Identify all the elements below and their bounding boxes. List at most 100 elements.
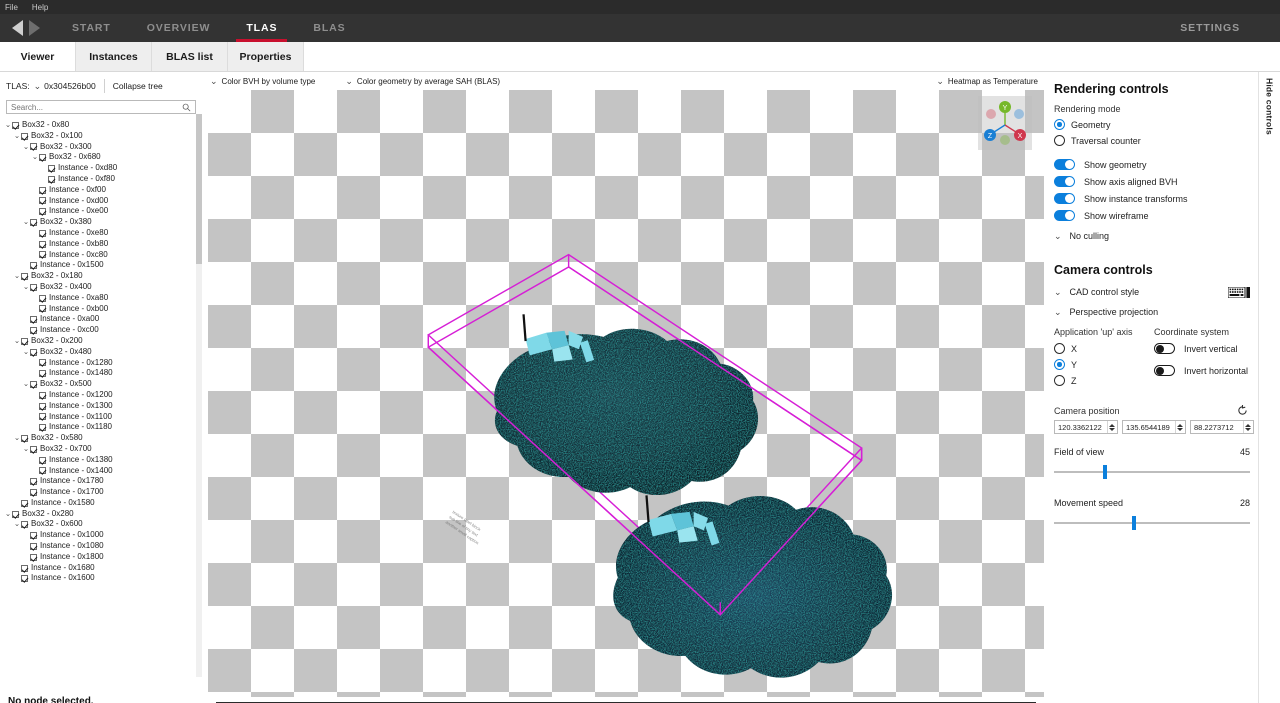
culling-dropdown[interactable]: ⌄ No culling (1054, 231, 1280, 241)
tree-node-checkbox[interactable] (12, 122, 19, 129)
speed-slider[interactable] (1054, 515, 1250, 531)
radio-traversal-counter[interactable]: Traversal counter (1054, 135, 1280, 146)
tab-properties[interactable]: Properties (228, 42, 304, 71)
tree-node[interactable]: Instance - 0x1780 (0, 476, 202, 487)
spinner-down-icon[interactable] (1109, 428, 1115, 431)
tab-viewer[interactable]: Viewer (0, 42, 76, 71)
tree-node[interactable]: Instance - 0xa00 (0, 314, 202, 325)
tree-node-checkbox[interactable] (39, 230, 46, 237)
hide-controls-button[interactable]: Hide controls (1258, 72, 1280, 703)
tree-node-checkbox[interactable] (39, 187, 46, 194)
tree-expander-icon[interactable]: ⌄ (22, 379, 30, 390)
tree-expander-icon[interactable]: ⌄ (22, 347, 30, 358)
search-box[interactable] (6, 100, 196, 114)
color-geometry-dropdown[interactable]: ⌄ Color geometry by average SAH (BLAS) (345, 77, 500, 86)
nav-item-blas[interactable]: BLAS (295, 14, 363, 42)
tree-node-checkbox[interactable] (21, 435, 28, 442)
tree-node[interactable]: ⌄Box32 - 0x480 (0, 347, 202, 358)
tree-node[interactable]: Instance - 0xe00 (0, 206, 202, 217)
tree-node[interactable]: Instance - 0x1580 (0, 498, 202, 509)
toggle-show-axis-aligned-bvh[interactable]: Show axis aligned BVH (1054, 176, 1280, 187)
camera-position-y[interactable]: 135.6544189 (1122, 420, 1186, 434)
back-icon[interactable] (12, 20, 23, 36)
tree-node-checkbox[interactable] (39, 403, 46, 410)
tree-node[interactable]: ⌄Box32 - 0x400 (0, 282, 202, 293)
tree-expander-icon[interactable]: ⌄ (22, 142, 30, 153)
tree-expander-icon[interactable]: ⌄ (13, 131, 21, 142)
tree-node[interactable]: Instance - 0x1480 (0, 368, 202, 379)
bvh-tree[interactable]: ⌄Box32 - 0x80⌄Box32 - 0x100⌄Box32 - 0x30… (0, 118, 202, 584)
spinner-arrows[interactable] (1175, 421, 1183, 433)
tree-node-checkbox[interactable] (30, 381, 37, 388)
tree-node[interactable]: Instance - 0x1600 (0, 573, 202, 584)
tree-node-checkbox[interactable] (39, 359, 46, 366)
tree-node-checkbox[interactable] (30, 489, 37, 496)
radio-up-z[interactable]: Z (1054, 375, 1154, 386)
tab-instances[interactable]: Instances (76, 42, 152, 71)
tree-node[interactable]: ⌄Box32 - 0x280 (0, 509, 202, 520)
tree-node-checkbox[interactable] (30, 554, 37, 561)
tree-node-checkbox[interactable] (30, 143, 37, 150)
spinner-arrows[interactable] (1243, 421, 1251, 433)
tree-node[interactable]: Instance - 0x1500 (0, 260, 202, 271)
menu-item-file[interactable]: File (5, 3, 18, 12)
tree-node-checkbox[interactable] (21, 565, 28, 572)
fov-slider-handle[interactable] (1103, 465, 1107, 479)
tree-node[interactable]: Instance - 0xe80 (0, 228, 202, 239)
toggle-show-geometry[interactable]: Show geometry (1054, 159, 1280, 170)
camera-position-x[interactable]: 120.3362122 (1054, 420, 1118, 434)
tree-node[interactable]: ⌄Box32 - 0x80 (0, 120, 202, 131)
tree-node-checkbox[interactable] (21, 575, 28, 582)
toggle-show-wireframe[interactable]: Show wireframe (1054, 210, 1280, 221)
tree-node-checkbox[interactable] (39, 154, 46, 161)
tree-node-checkbox[interactable] (39, 251, 46, 258)
tree-expander-icon[interactable]: ⌄ (13, 433, 21, 444)
toggle-show-instance-transforms[interactable]: Show instance transforms (1054, 193, 1280, 204)
tree-node[interactable]: Instance - 0xf00 (0, 185, 202, 196)
tree-node-checkbox[interactable] (39, 295, 46, 302)
tree-node[interactable]: Instance - 0x1180 (0, 422, 202, 433)
tree-node-checkbox[interactable] (39, 305, 46, 312)
spinner-down-icon[interactable] (1245, 428, 1251, 431)
tree-node[interactable]: Instance - 0xd00 (0, 196, 202, 207)
speed-slider-handle[interactable] (1132, 516, 1136, 530)
tree-node[interactable]: Instance - 0x1200 (0, 390, 202, 401)
tree-expander-icon[interactable]: ⌄ (4, 509, 12, 520)
tree-node-checkbox[interactable] (21, 133, 28, 140)
fov-slider[interactable] (1054, 464, 1250, 480)
tree-node-checkbox[interactable] (30, 284, 37, 291)
tree-expander-icon[interactable]: ⌄ (22, 217, 30, 228)
tree-node[interactable]: ⌄Box32 - 0x580 (0, 433, 202, 444)
control-style-dropdown[interactable]: ⌄ CAD control style (1054, 287, 1280, 297)
tree-node-checkbox[interactable] (39, 467, 46, 474)
tree-expander-icon[interactable]: ⌄ (13, 519, 21, 530)
tree-node[interactable]: ⌄Box32 - 0x380 (0, 217, 202, 228)
nav-item-start[interactable]: START (54, 14, 129, 42)
tree-node-checkbox[interactable] (30, 316, 37, 323)
forward-icon[interactable] (29, 20, 40, 36)
toggle-invert-vertical[interactable]: Invert vertical (1154, 343, 1254, 354)
color-bvh-dropdown[interactable]: ⌄ Color BVH by volume type (210, 77, 315, 86)
tree-node-checkbox[interactable] (30, 478, 37, 485)
tree-node[interactable]: ⌄Box32 - 0x500 (0, 379, 202, 390)
tree-node[interactable]: Instance - 0xb00 (0, 304, 202, 315)
tree-node[interactable]: Instance - 0x1800 (0, 552, 202, 563)
spinner-up-icon[interactable] (1177, 424, 1183, 427)
tree-node-checkbox[interactable] (39, 241, 46, 248)
tree-node-checkbox[interactable] (48, 165, 55, 172)
tree-expander-icon[interactable]: ⌄ (31, 152, 39, 163)
tree-node-checkbox[interactable] (30, 446, 37, 453)
tree-node-checkbox[interactable] (30, 543, 37, 550)
spinner-arrows[interactable] (1107, 421, 1115, 433)
tree-node[interactable]: Instance - 0x1680 (0, 563, 202, 574)
tree-node[interactable]: Instance - 0x1300 (0, 401, 202, 412)
tree-node-checkbox[interactable] (30, 349, 37, 356)
spinner-down-icon[interactable] (1177, 428, 1183, 431)
tree-node[interactable]: Instance - 0xd80 (0, 163, 202, 174)
tree-node-checkbox[interactable] (21, 273, 28, 280)
tree-node[interactable]: Instance - 0xc80 (0, 250, 202, 261)
tree-node-checkbox[interactable] (48, 176, 55, 183)
tree-node-checkbox[interactable] (30, 532, 37, 539)
tree-node-checkbox[interactable] (39, 457, 46, 464)
tree-node[interactable]: Instance - 0xa80 (0, 293, 202, 304)
